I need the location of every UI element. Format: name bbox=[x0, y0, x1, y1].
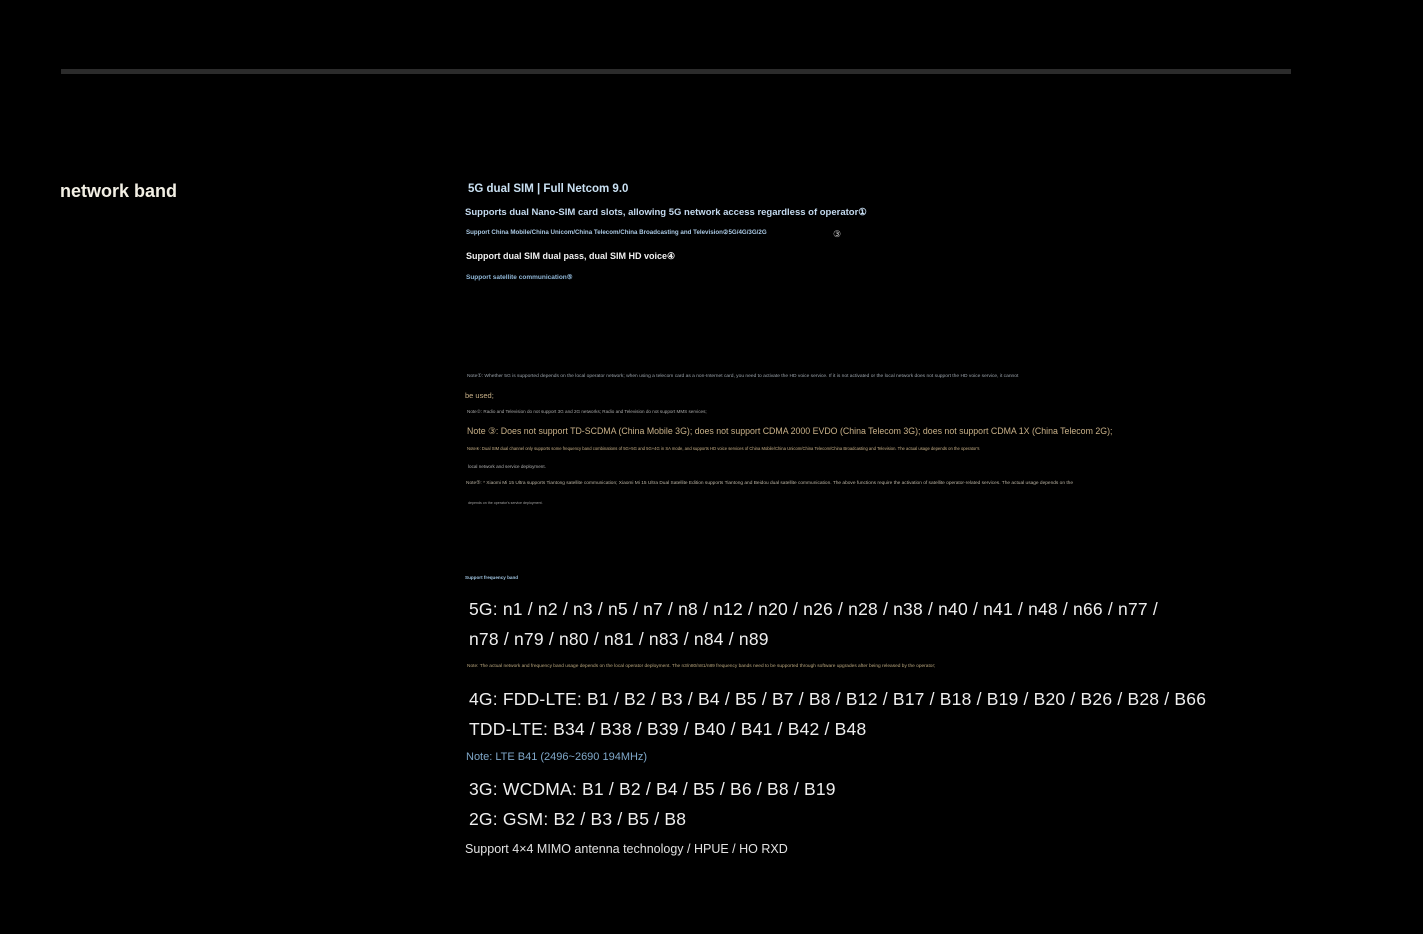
frequency-band-label: Support frequency band bbox=[465, 575, 519, 580]
mimo-support: Support 4×4 MIMO antenna technology / HP… bbox=[465, 842, 788, 856]
note-5: Note⑤: * Xiaomi Mi 15 Ultra supports Tia… bbox=[466, 481, 1073, 486]
note-1-continued: be used; bbox=[465, 391, 494, 400]
headline-5g-dual-sim: 5G dual SIM | Full Netcom 9.0 bbox=[468, 183, 629, 195]
note-1: Note①: Whether 5G is supported depends o… bbox=[467, 374, 1019, 379]
bands-5g-note: Note: The actual network and frequency b… bbox=[467, 664, 936, 669]
bands-3g: 3G: WCDMA: B1 / B2 / B4 / B5 / B6 / B8 /… bbox=[469, 779, 836, 799]
feature-operator-support: Support China Mobile/China Unicom/China … bbox=[466, 229, 767, 236]
bands-lte-note: Note: LTE B41 (2496~2690 194MHz) bbox=[466, 751, 648, 763]
bands-5g-line-2: n78 / n79 / n80 / n81 / n83 / n84 / n89 bbox=[469, 629, 769, 649]
note-4: Note④: Dual SIM dual channel only suppor… bbox=[467, 446, 980, 451]
section-title: network band bbox=[60, 181, 178, 201]
footnote-mark-3: ③ bbox=[833, 229, 842, 239]
bands-2g: 2G: GSM: B2 / B3 / B5 / B8 bbox=[469, 809, 687, 829]
section-divider bbox=[61, 69, 1291, 74]
bands-4g-fdd: 4G: FDD-LTE: B1 / B2 / B3 / B4 / B5 / B7… bbox=[469, 689, 1207, 709]
feature-dual-pass: Support dual SIM dual pass, dual SIM HD … bbox=[466, 251, 676, 261]
note-3: Note ③: Does not support TD-SCDMA (China… bbox=[467, 426, 1113, 436]
note-4-continued: local network and service deployment. bbox=[468, 464, 546, 469]
bands-5g-line-1: 5G: n1 / n2 / n3 / n5 / n7 / n8 / n12 / … bbox=[469, 599, 1158, 619]
note-2: Note②: Radio and Television do not suppo… bbox=[467, 409, 707, 414]
bands-4g-tdd: TDD-LTE: B34 / B38 / B39 / B40 / B41 / B… bbox=[469, 719, 867, 739]
feature-satellite: Support satellite communication⑤ bbox=[466, 274, 573, 281]
feature-dual-nano-sim: Supports dual Nano-SIM card slots, allow… bbox=[465, 207, 867, 218]
note-5-continued: depends on the operator's service deploy… bbox=[467, 501, 543, 505]
